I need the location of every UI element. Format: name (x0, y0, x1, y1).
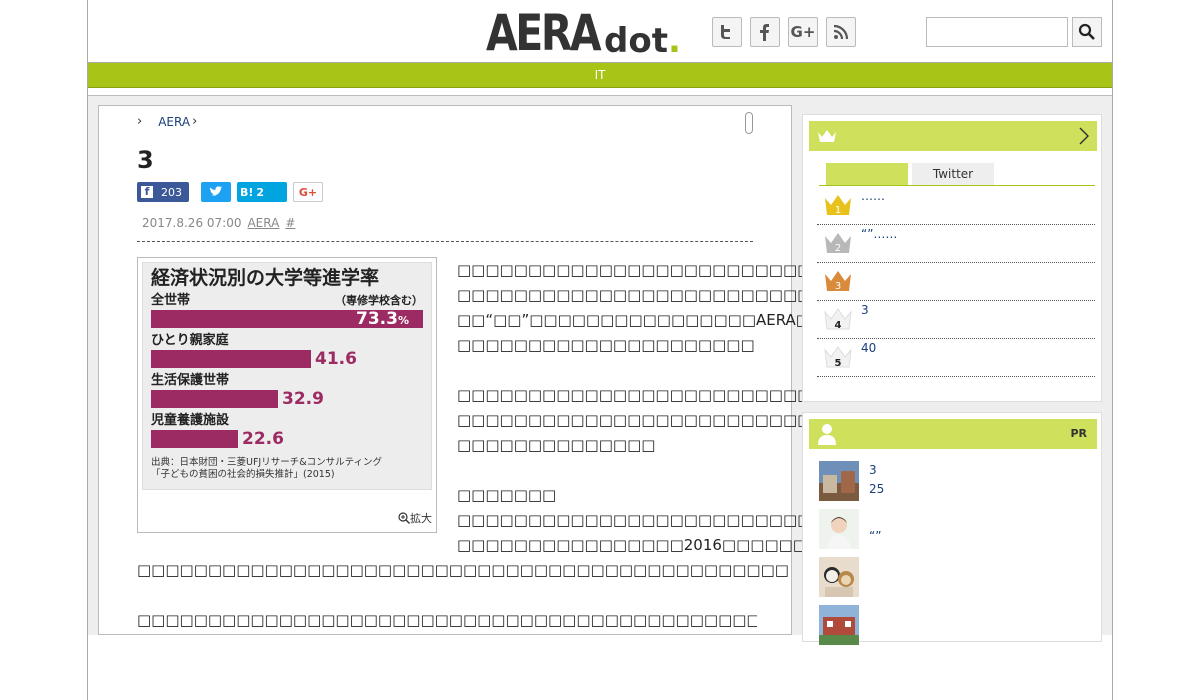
pr-thumbnail[interactable] (819, 509, 859, 549)
breadcrumb-item-aera[interactable]: AERA (158, 115, 190, 129)
figure-bar (151, 430, 238, 448)
pr-item-text[interactable]: 3 25 (869, 461, 884, 499)
zoom-in-icon (398, 512, 410, 524)
svg-text:2: 2 (835, 243, 841, 254)
pr-thumbnail[interactable] (819, 605, 859, 645)
figure-source: 出典：日本財団・三菱UFJリサーチ&コンサルティング 「子どもの貧困の社会的損失… (151, 457, 383, 480)
ranking-item-text: 40 (861, 341, 877, 355)
figure-bar-row: 73.3% (151, 309, 423, 329)
facebook-icon[interactable] (750, 17, 780, 47)
figure-title: 経済状況別の大学等進学率 (151, 267, 380, 289)
facebook-icon: f (141, 185, 153, 198)
ranking-item[interactable]: 1 …… (817, 187, 1095, 225)
search-button[interactable] (1072, 17, 1102, 47)
article-figure[interactable]: 経済状況別の大学等進学率 全世帯 （専修学校含む） 73.3% ひとり親家庭 4… (137, 257, 437, 533)
tab-ranking-all[interactable] (826, 163, 908, 185)
crown-gold-icon: 1 (825, 195, 851, 216)
article-paragraph: □□□□□□□□□□□□□□□□□□□□□□□□□□□ □□□□□□□□□□□□… (457, 386, 892, 454)
twitter-share-button[interactable] (201, 182, 231, 202)
figure-bar-value: 73.3% (356, 309, 409, 329)
crown-silver-icon: 2 (825, 233, 851, 254)
figure-bar-row: 41.6 (151, 349, 423, 369)
search-input[interactable] (926, 17, 1068, 47)
chevron-right-icon: › (192, 114, 198, 129)
site-logo[interactable]: AERA dot. (486, 6, 681, 58)
ranking-widget: Twitter 1 …… 2 “”…… 3 4 3 5 40 (802, 114, 1102, 402)
article-hashtag-link[interactable]: # (285, 216, 295, 230)
crown-bronze-icon: 3 (825, 271, 851, 292)
pr-header: PR (809, 419, 1097, 449)
ranking-tabs: Twitter (819, 163, 1095, 186)
ranking-item[interactable]: 2 “”…… (817, 225, 1095, 263)
crown-icon (818, 130, 836, 142)
crown-rank4-icon: 4 (824, 308, 852, 331)
hatena-bookmark-button[interactable]: B! 2 (237, 182, 287, 202)
hatena-count: 2 (256, 185, 265, 199)
figure-bar (151, 390, 278, 408)
figure-row-label: 児童養護施設 (151, 413, 230, 428)
svg-text:1: 1 (835, 205, 841, 216)
facebook-share-count: 203 (161, 185, 182, 199)
facebook-share-button[interactable]: f 203 (137, 182, 189, 202)
figure-row-label: 全世帯 （専修学校含む） (151, 293, 423, 308)
article-paragraph: □□□□□□□ □□□□□□□□□□□□□□□□□□□□□□□□□□□ □□□□… (457, 483, 878, 558)
article-paragraph: □□□□□□□□□□□□□□□□□□□□□□□□□□□□□□□□□□□□□□□□… (137, 611, 757, 629)
ranking-item-text: “”…… (861, 227, 898, 241)
googleplus-icon[interactable]: G+ (788, 17, 818, 47)
twitter-icon[interactable] (712, 17, 742, 47)
ranking-item-text: …… (861, 189, 885, 203)
figure-bar-value: 22.6 (242, 429, 284, 449)
article-paragraph: □□□□□□□□□□□□□□□□□□□□□□□□□□□□□□□□□□□□□□□□… (137, 561, 789, 579)
pr-badge: PR (1070, 427, 1087, 440)
search-icon (1078, 23, 1095, 40)
article-paragraph: □□□□□□□□□□□□□□□□□□□□□□□□□□□ □□□□□□□□□□□□… (457, 261, 853, 354)
pr-item-text[interactable]: “” (869, 527, 881, 546)
pr-thumbnail[interactable] (819, 461, 859, 501)
person-icon (818, 424, 836, 445)
article-date: 2017.8.26 07:00 (142, 216, 242, 230)
ranking-header[interactable] (809, 121, 1097, 151)
figure-bar-value: 41.6 (315, 349, 357, 369)
figure-image: 経済状況別の大学等進学率 全世帯 （専修学校含む） 73.3% ひとり親家庭 4… (142, 262, 432, 490)
figure-bar (151, 350, 311, 368)
article-subheading: □□□□□□□ (457, 486, 557, 504)
svg-text:5: 5 (835, 358, 842, 369)
figure-row-label: 生活保護世帯 (151, 373, 230, 388)
rss-icon[interactable] (826, 17, 856, 47)
clip-icon[interactable] (745, 112, 753, 134)
nav-item-it[interactable]: IT (595, 68, 606, 82)
figure-row-label: ひとり親家庭 (151, 333, 229, 348)
chevron-right-icon: › (137, 114, 143, 129)
hatena-label: B! (240, 185, 254, 199)
article-title: 3 (137, 146, 154, 174)
twitter-bird-icon (209, 186, 223, 196)
pr-widget: PR 3 25 “” (802, 412, 1102, 645)
site-header: AERA dot. G+ (88, 0, 1112, 63)
chevron-right-icon (1079, 127, 1089, 145)
figure-bar-row: 32.9 (151, 389, 423, 409)
ranking-item[interactable]: 5 40 (817, 339, 1095, 377)
figure-note: （専修学校含む） (335, 294, 423, 307)
logo-dot: dot. (604, 21, 681, 61)
figure-bar-row: 22.6 (151, 429, 423, 449)
crown-rank5-icon: 5 (824, 346, 852, 369)
article-meta: 2017.8.26 07:00 AERA # (142, 216, 295, 230)
breadcrumb: › AERA › (137, 114, 197, 129)
category-nav: IT (88, 63, 1112, 88)
pr-thumbnail[interactable] (819, 557, 859, 597)
googleplus-share-button[interactable]: G+ (293, 182, 323, 202)
tab-ranking-twitter[interactable]: Twitter (912, 163, 994, 185)
article-panel: › AERA › 3 f 203 B! 2 G+ 2017.8.26 07:00… (98, 105, 892, 635)
figure-bar-value: 32.9 (282, 389, 324, 409)
ranking-item[interactable]: 4 3 (817, 301, 1095, 339)
zoom-button[interactable]: 拡大 (398, 510, 432, 526)
article-source-link[interactable]: AERA (247, 216, 279, 230)
ranking-item[interactable]: 3 (817, 263, 1095, 301)
divider (137, 241, 753, 242)
logo-aera: AERA (486, 4, 602, 62)
svg-text:3: 3 (835, 281, 841, 292)
svg-text:4: 4 (835, 320, 842, 331)
ranking-item-text: 3 (861, 303, 869, 317)
